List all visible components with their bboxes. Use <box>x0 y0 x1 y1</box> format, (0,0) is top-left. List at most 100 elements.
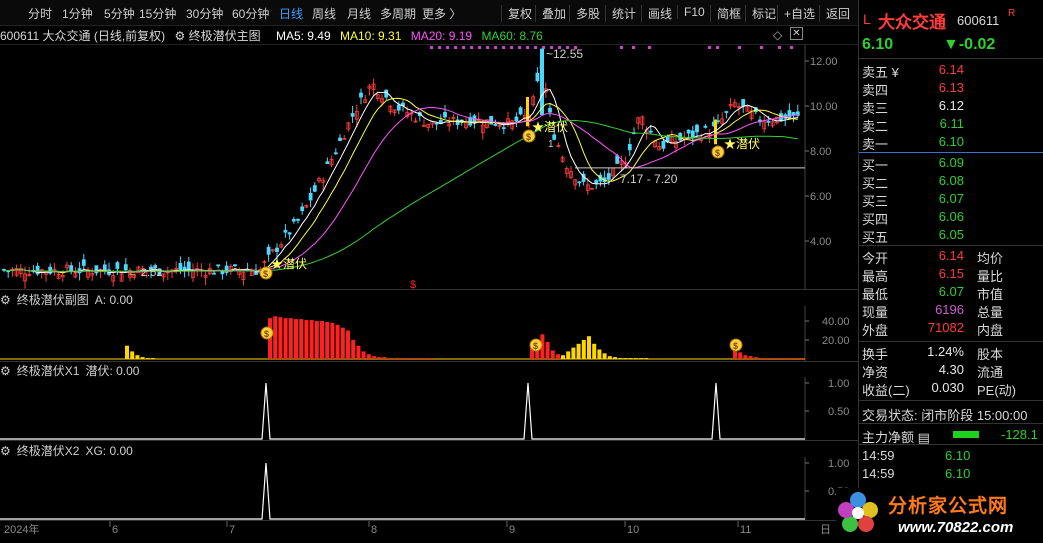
row-label-2: 流通 <box>977 365 1004 380</box>
sub1-bar <box>576 343 581 359</box>
sub1-bar <box>571 347 576 359</box>
tool-button-8[interactable]: +自选 <box>777 5 815 22</box>
candle-body <box>514 116 519 122</box>
period-tab-9[interactable]: 多周期 <box>380 5 416 22</box>
row-label: 买二 <box>862 176 889 191</box>
date-axis: 2024年 6 7 8 9 10 11 日 <box>0 521 858 543</box>
signal-dot <box>454 46 457 49</box>
sub1-bar <box>309 320 314 359</box>
sub1-bar <box>151 358 155 359</box>
sub1-bar <box>800 358 805 359</box>
signal-dot <box>738 46 741 49</box>
signal-dot <box>470 46 473 49</box>
diamond-icon[interactable]: ◇ <box>773 28 782 42</box>
tool-button-9[interactable]: 返回 <box>819 5 850 22</box>
tick-time: 14:59 <box>862 466 895 481</box>
tool-button-1[interactable]: 叠加 <box>535 5 566 22</box>
tick-price: 6.10 <box>945 466 971 481</box>
candle-body <box>115 262 120 269</box>
row-label: 买一 <box>862 158 889 173</box>
sub1-bar <box>779 358 784 359</box>
candlestick-chart[interactable]: 12.00 10.00 8.00 6.00 4.00 ~12.55 7.17 - 7.20 ←… <box>0 44 858 290</box>
tool-button-7[interactable]: 标记 <box>745 5 776 22</box>
gear-icon[interactable]: ⚙ <box>0 364 11 378</box>
candle-body <box>283 229 288 233</box>
indicator-dropdown[interactable]: ⚙ 终极潜伏主图 <box>175 29 267 43</box>
tool-button-5[interactable]: F10 <box>677 5 705 19</box>
candle-body <box>724 111 729 113</box>
row-label-2: 总量 <box>977 305 1004 320</box>
tool-button-2[interactable]: 多股 <box>569 5 600 22</box>
sub3-chart[interactable]: 1.000.50 <box>0 457 858 521</box>
row-value: 6.07 <box>938 284 964 299</box>
row-label-2: 股本 <box>977 347 1004 362</box>
tool-button-3[interactable]: 统计 <box>605 5 636 22</box>
row-label: 换手 <box>862 347 889 362</box>
signal-dot <box>446 46 449 49</box>
candle-body <box>686 129 691 134</box>
candle-body <box>577 181 582 184</box>
period-tab-8[interactable]: 月线 <box>347 5 371 22</box>
trade-state: 交易状态: 闭市阶段 15:00:00 <box>862 408 1028 423</box>
r-badge: R <box>1008 8 1016 19</box>
period-tab-0[interactable]: 分时 <box>28 5 52 22</box>
stat-row: 收益(二) 0.030 PE(动) <box>859 380 1043 398</box>
close-icon[interactable]: ✕ <box>790 27 803 40</box>
signal-dot <box>486 46 489 49</box>
period-tab-2[interactable]: 5分钟 <box>104 5 135 22</box>
row-label: 卖二 <box>862 119 889 134</box>
candle-body <box>325 161 330 164</box>
divider <box>859 341 1043 342</box>
gear-icon[interactable]: ⚙ <box>0 293 11 307</box>
row-value: 6.05 <box>938 227 964 242</box>
signal-dot <box>632 46 635 49</box>
candle-body <box>312 185 317 192</box>
stat-row: 最高 6.15 量比 <box>859 266 1043 284</box>
period-tab-10[interactable]: 更多 〉 <box>422 5 461 22</box>
row-value: 0.030 <box>931 380 964 395</box>
candle-body <box>359 92 363 98</box>
candle-body <box>186 261 191 271</box>
signal-dot <box>648 46 651 49</box>
bid-row: 买一 6.09 <box>859 155 1043 173</box>
sub1-bar <box>283 318 288 359</box>
row-value: 6.08 <box>938 173 964 188</box>
row-value: 6.11 <box>939 116 964 131</box>
gear-icon[interactable]: ⚙ <box>0 444 11 458</box>
sub1-bar <box>361 351 366 359</box>
signal-dot <box>430 46 433 49</box>
candle-body <box>350 113 355 117</box>
period-tab-3[interactable]: 15分钟 <box>139 5 176 22</box>
row-label: 买三 <box>862 194 889 209</box>
period-tab-1[interactable]: 1分钟 <box>62 5 93 22</box>
tool-button-6[interactable]: 简框 <box>710 5 741 22</box>
sub1-bar <box>418 358 423 359</box>
sub2-chart[interactable]: 1.00 0.50 <box>0 377 858 441</box>
row-value: 6.14 <box>938 248 964 263</box>
spike-candle <box>540 48 544 115</box>
sub1-bar <box>335 324 340 359</box>
ma10-label: MA10: 9.31 <box>340 29 402 43</box>
sub1-bar <box>774 358 779 359</box>
candle-body <box>741 99 746 107</box>
ma20-label: MA20: 9.19 <box>410 29 473 43</box>
sub1-tick-label: 40.00 <box>822 316 850 328</box>
candle-body <box>703 125 708 128</box>
period-tab-5[interactable]: 60分钟 <box>232 5 269 22</box>
sub1-bar <box>125 345 129 359</box>
candle-body <box>594 180 599 184</box>
tool-button-0[interactable]: 复权 <box>501 5 532 22</box>
tool-button-4[interactable]: 画线 <box>641 5 672 22</box>
sub1-bar <box>325 321 330 359</box>
candle-body <box>648 130 653 133</box>
sub1-chart[interactable]: 40.00 20.00 $ $ $ <box>0 306 858 362</box>
sub1-bar <box>304 320 309 359</box>
period-tab-6[interactable]: 日线 <box>279 5 303 22</box>
sub1-bar <box>299 319 304 359</box>
candle-body <box>606 173 611 180</box>
period-tab-7[interactable]: 周线 <box>312 5 336 22</box>
period-tab-4[interactable]: 30分钟 <box>186 5 223 22</box>
sub1-value: A: 0.00 <box>94 293 133 307</box>
sub1-bar <box>623 358 628 359</box>
sub1-bar <box>366 354 371 359</box>
